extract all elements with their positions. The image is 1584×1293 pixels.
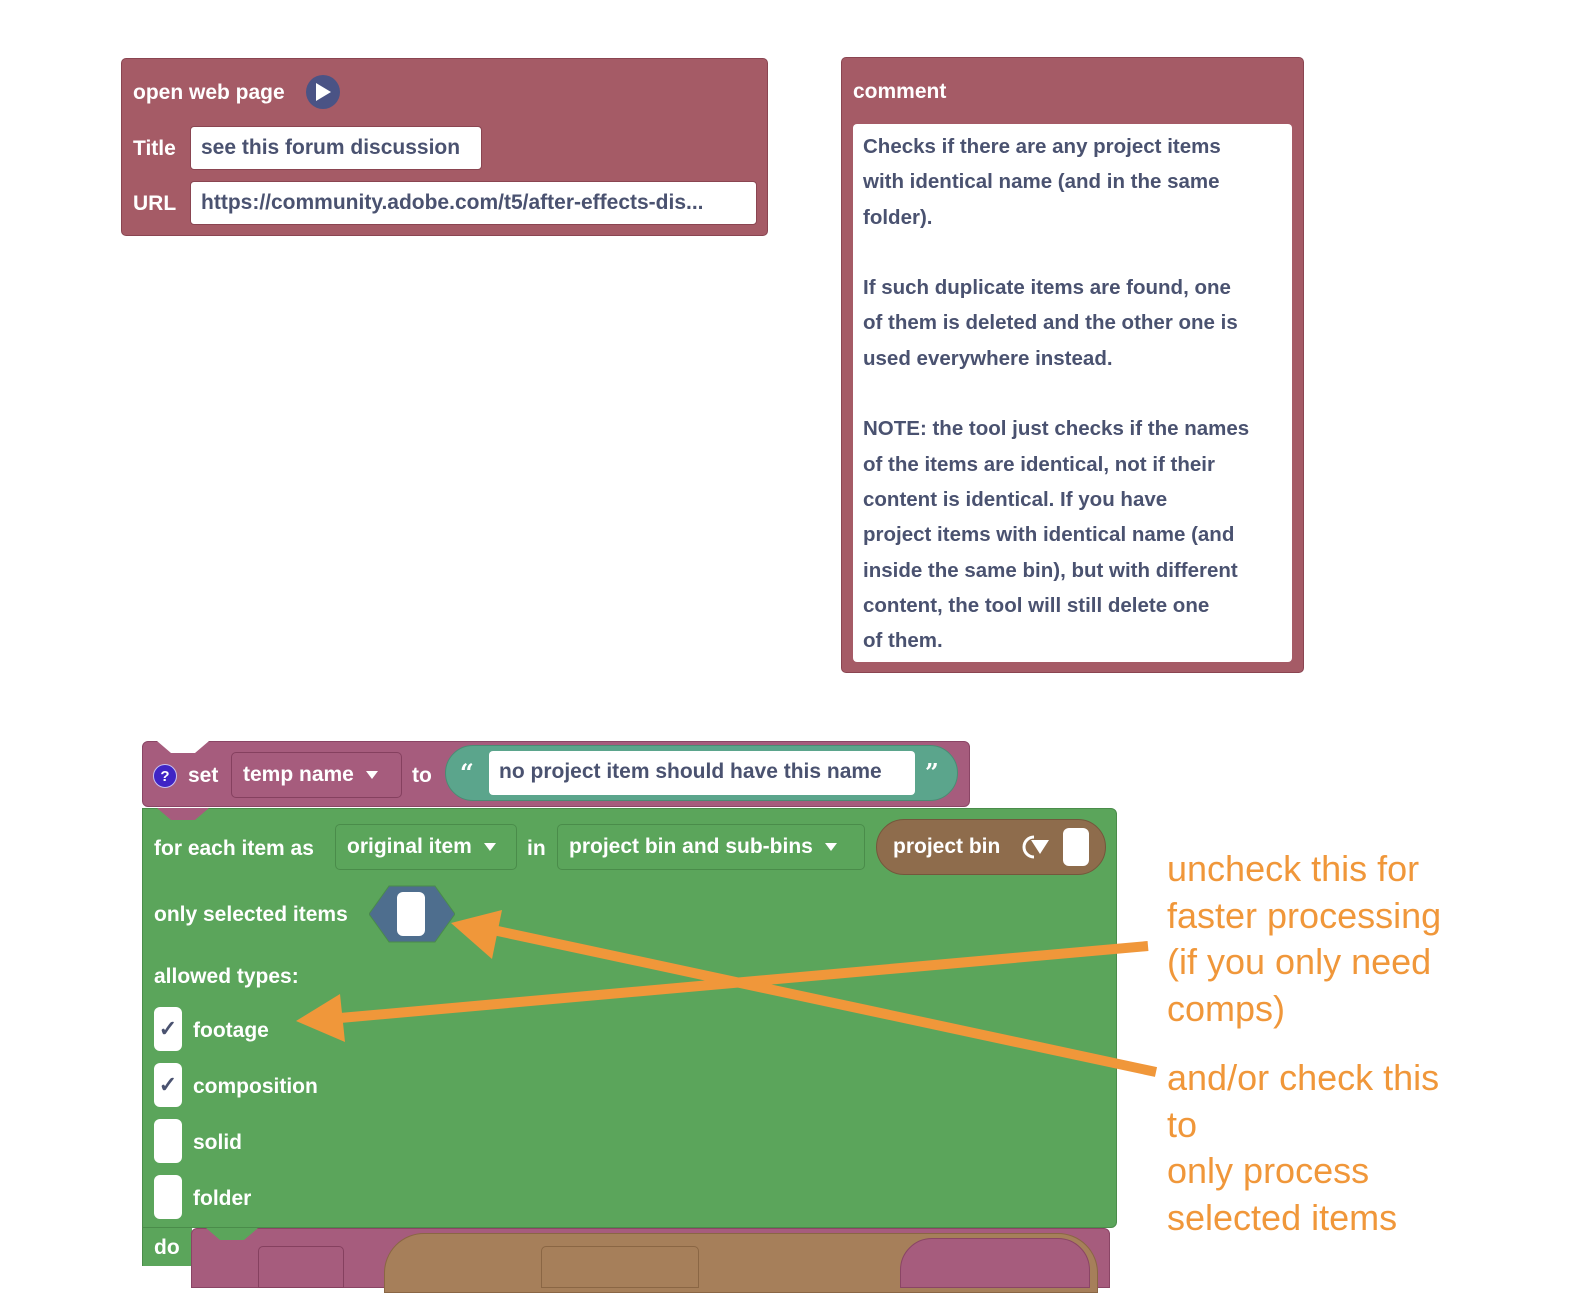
arrow-to-only-selected (451, 910, 1158, 1077)
annotation-note-check: and/or check this to only process select… (1167, 1057, 1440, 1238)
arrowhead-icon (451, 910, 502, 959)
annotation-note-uncheck: uncheck this for faster processing (if y… (1167, 848, 1442, 1029)
arrowhead-icon (296, 994, 345, 1042)
arrow-to-composition-footage (296, 941, 1149, 1042)
